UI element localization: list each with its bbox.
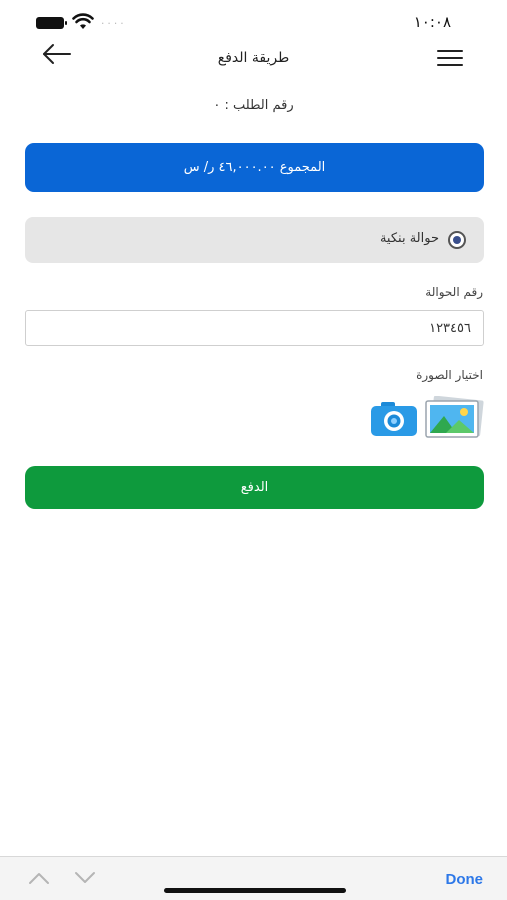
page-title: طريقة الدفع [217,50,290,66]
wifi-icon [72,13,94,29]
order-number: رقم الطلب : ٠ [213,98,294,113]
image-picker-label: اختيار الصورة [416,368,483,382]
payment-method-label: حوالة بنكية [379,231,439,246]
nav-bar: طريقة الدفع [0,40,507,80]
gallery-icon[interactable] [424,396,484,440]
status-bar: .... ١٠:٠٨ [0,0,507,44]
battery-icon [36,17,67,29]
radio-selected-icon[interactable] [448,231,466,249]
payment-method-bank-transfer[interactable]: حوالة بنكية [25,217,484,263]
signal-icon: .... [100,17,126,27]
transfer-number-label: رقم الحوالة [425,285,483,299]
chevron-down-icon[interactable] [74,871,96,885]
keyboard-toolbar: Done [0,856,507,900]
pay-button[interactable]: الدفع [25,466,484,509]
transfer-number-input[interactable] [25,310,484,346]
chevron-up-icon[interactable] [28,871,50,885]
status-time: ١٠:٠٨ [413,13,451,31]
home-indicator [164,888,346,893]
done-button[interactable]: Done [446,871,484,888]
total-banner: المجموع ٤٦,٠٠٠.٠٠ ر/ س [25,143,484,192]
hamburger-menu-icon[interactable] [437,46,465,72]
camera-icon[interactable] [370,401,418,437]
